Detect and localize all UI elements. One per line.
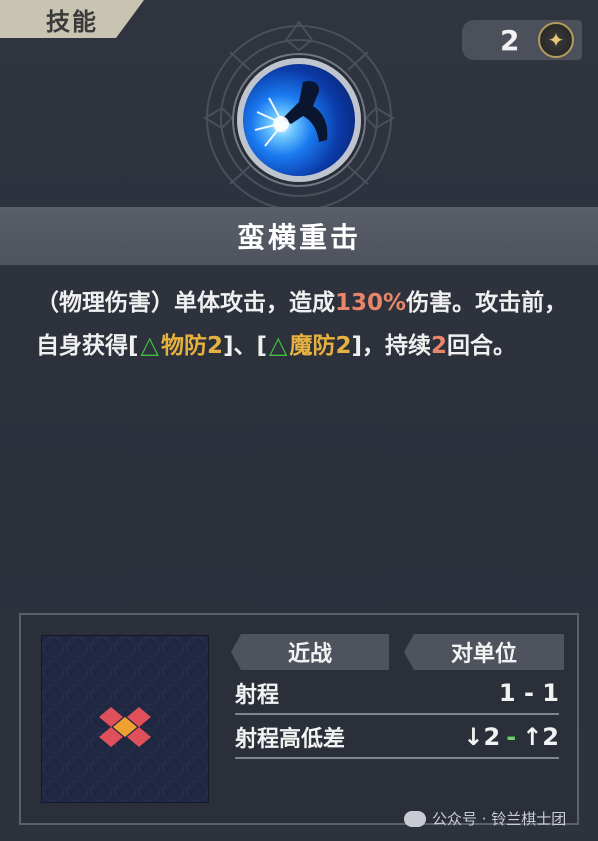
duration-turns: 2 (431, 333, 448, 359)
range-value: 1 - 1 (498, 679, 559, 707)
triangle-up-icon: △ (140, 331, 159, 359)
buff-magic-defense: 魔防2 (289, 333, 352, 359)
range-pattern-icon (99, 707, 151, 747)
desc-text-3: ]、[ (223, 333, 268, 359)
melee-tag: 近战 (231, 634, 389, 670)
cost-badge: 2 ✦ (462, 20, 582, 60)
watermark: 公众号 · 铃兰棋士团 (404, 808, 566, 829)
cost-value: 2 (500, 23, 520, 57)
star-icon: ✦ (538, 22, 574, 58)
height-diff-label: 射程高低差 (235, 727, 346, 752)
height-sep: - (506, 723, 517, 751)
blue-strike-icon (237, 58, 361, 182)
height-diff-value: ↓2- ↑2 (463, 723, 559, 751)
height-diff-row: 射程高低差 ↓2- ↑2 (235, 717, 559, 759)
triangle-up-icon: △ (269, 331, 288, 359)
height-up: ↑2 (522, 723, 559, 751)
height-down: ↓2 (463, 723, 501, 751)
skill-panel: 技能 2 ✦ 蛮横重击 （物理伤害）单体攻击，造成130%伤害。攻击前，自身获得… (0, 0, 598, 841)
range-grid (41, 635, 209, 803)
skill-description: （物理伤害）单体攻击，造成130%伤害。攻击前，自身获得[△物防2]、[△魔防2… (36, 282, 572, 367)
damage-percent: 130% (335, 290, 407, 316)
single-target-tag: 对单位 (404, 634, 564, 670)
range-label: 射程 (235, 683, 280, 708)
watermark-text: 公众号 · 铃兰棋士团 (432, 810, 567, 828)
tab-label: 技能 (46, 7, 98, 36)
skill-info-frame: 近战 对单位 射程 1 - 1 射程高低差 ↓2- ↑2 (19, 613, 579, 825)
wechat-icon (404, 810, 426, 827)
desc-text-1: （物理伤害）单体攻击，造成 (36, 290, 335, 316)
skill-name: 蛮横重击 (236, 221, 361, 254)
buff-physical-defense: 物防2 (160, 333, 223, 359)
tab-skills[interactable]: 技能 (0, 0, 144, 38)
desc-text-4: ]，持续 (351, 333, 432, 359)
desc-text-5: 回合。 (447, 333, 517, 359)
range-row: 射程 1 - 1 (235, 673, 559, 715)
skill-title-bar: 蛮横重击 (0, 207, 598, 265)
